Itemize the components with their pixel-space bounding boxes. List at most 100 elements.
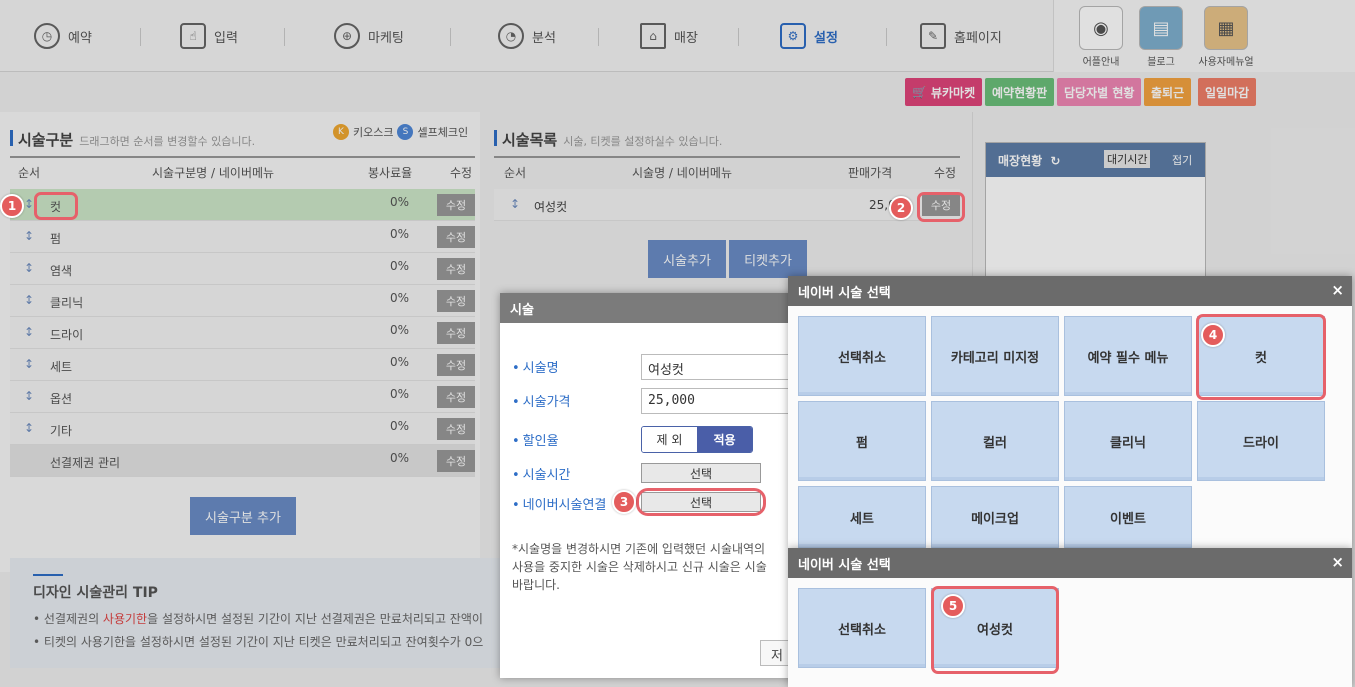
- service-price-input[interactable]: 25,000: [641, 388, 791, 414]
- nav-analysis[interactable]: ◔ 분석: [498, 20, 556, 52]
- edit-button[interactable]: 수정: [437, 258, 475, 280]
- service-time-label: 시술시간: [512, 464, 571, 483]
- edit-button[interactable]: 수정: [437, 290, 475, 312]
- service-name-input[interactable]: 여성컷: [641, 354, 791, 380]
- close-icon[interactable]: ×: [1331, 553, 1344, 571]
- table-row[interactable]: 선결제권 관리 0% 수정: [10, 445, 475, 477]
- nav-divider: [886, 28, 887, 46]
- nav-divider: [450, 28, 451, 46]
- drag-handle-icon[interactable]: ↕: [24, 261, 34, 275]
- naver-tile[interactable]: 드라이: [1197, 401, 1325, 481]
- service-price-label: 시술가격: [512, 391, 571, 410]
- kiosk-legend: K 키오스크 S 셀프체크인: [333, 124, 468, 140]
- table-row[interactable]: ↕ 펌 0% 수정: [10, 221, 475, 253]
- add-ticket-button[interactable]: 티켓추가: [729, 240, 807, 278]
- naver-link-label: 네이버시술연결: [512, 494, 607, 513]
- blog-tool[interactable]: ▤ 블로그: [1136, 6, 1186, 68]
- close-icon[interactable]: ×: [1331, 281, 1344, 299]
- highlight-frame: [636, 488, 766, 516]
- clock-icon: ◷: [34, 23, 60, 49]
- naver-tile[interactable]: 컬러: [931, 401, 1059, 481]
- nav-divider: [140, 28, 141, 46]
- app-guide-tool[interactable]: ◉ 어플안내: [1076, 6, 1126, 68]
- attendance-button[interactable]: 출퇴근: [1144, 78, 1192, 106]
- daily-close-button[interactable]: 일일마감: [1198, 78, 1257, 106]
- globe-icon: ⊕: [334, 23, 360, 49]
- edit-button[interactable]: 수정: [437, 322, 475, 344]
- drag-handle-icon[interactable]: ↕: [510, 197, 520, 211]
- table-row[interactable]: ↕ 컷 0% 수정: [10, 189, 475, 221]
- nav-input[interactable]: ☝ 입력: [180, 20, 238, 52]
- naver-tile[interactable]: 세트: [798, 486, 926, 548]
- nav-store[interactable]: ⌂ 매장: [640, 20, 698, 52]
- tip-accent: [33, 574, 63, 576]
- table-row[interactable]: ↕ 드라이 0% 수정: [10, 317, 475, 349]
- nav-reservation[interactable]: ◷ 예약: [34, 20, 92, 52]
- reservation-board-button[interactable]: 예약현황판: [985, 78, 1055, 106]
- panel-divider: [972, 112, 973, 282]
- edit-button[interactable]: 수정: [437, 386, 475, 408]
- naver-tile[interactable]: 메이크업: [931, 486, 1059, 548]
- naver-tile[interactable]: 선택취소: [798, 588, 926, 668]
- step-badge: 1: [0, 194, 24, 218]
- naver-tile[interactable]: 카테고리 미지정: [931, 316, 1059, 396]
- drag-handle-icon[interactable]: ↕: [24, 325, 34, 339]
- add-category-button[interactable]: 시술구분 추가: [190, 497, 296, 535]
- table-row[interactable]: ↕ 염색 0% 수정: [10, 253, 475, 285]
- edit-button[interactable]: 수정: [437, 194, 475, 216]
- drag-handle-icon[interactable]: ↕: [24, 357, 34, 371]
- nav-settings[interactable]: ⚙ 설정: [780, 20, 838, 52]
- camera-icon: ◉: [1079, 6, 1123, 50]
- naver-tile[interactable]: 클리닉: [1064, 401, 1192, 481]
- service-name-label: 시술명: [512, 357, 559, 376]
- drag-handle-icon[interactable]: ↕: [24, 421, 34, 435]
- wait-time-button[interactable]: 대기시간: [1104, 150, 1151, 168]
- service-title: 시술목록 시술, 티켓를 설정하실수 있습니다.: [502, 131, 723, 149]
- table-row[interactable]: ↕ 클리닉 0% 수정: [10, 285, 475, 317]
- viewka-market-button[interactable]: 🛒 뷰카마켓: [905, 78, 983, 106]
- naver-tile[interactable]: 펌: [798, 401, 926, 481]
- hand-pointer-icon: ☝: [180, 23, 206, 49]
- header-order: 순서: [504, 166, 527, 180]
- naver-tile[interactable]: 선택취소: [798, 316, 926, 396]
- house-icon: ⌂: [640, 23, 666, 49]
- wrench-icon: ✎: [920, 23, 946, 49]
- drag-handle-icon[interactable]: ↕: [24, 389, 34, 403]
- drag-handle-icon[interactable]: ↕: [24, 197, 34, 211]
- fold-link[interactable]: 접기: [1172, 152, 1192, 168]
- edit-button[interactable]: 수정: [437, 450, 475, 472]
- discount-label: 할인율: [512, 430, 559, 449]
- edit-button[interactable]: 수정: [437, 226, 475, 248]
- table-top-border: [494, 156, 960, 158]
- naver-tile[interactable]: 이벤트: [1064, 486, 1192, 548]
- step-badge: 4: [1201, 323, 1225, 347]
- user-manual-tool[interactable]: ▦ 사용자메뉴얼: [1196, 6, 1256, 68]
- header-order: 순서: [18, 166, 41, 180]
- nav-marketing[interactable]: ⊕ 마케팅: [334, 20, 404, 52]
- table-top-border: [10, 156, 475, 158]
- selfcheck-badge: S: [397, 124, 414, 140]
- table-row[interactable]: ↕ 세트 0% 수정: [10, 349, 475, 381]
- nav-homepage[interactable]: ✎ 홈페이지: [920, 20, 1002, 52]
- cart-icon: 🛒: [912, 85, 927, 99]
- header-rate: 봉사료율: [368, 166, 413, 180]
- add-service-button[interactable]: 시술추가: [648, 240, 726, 278]
- edit-button[interactable]: 수정: [437, 354, 475, 376]
- refresh-icon[interactable]: ↻: [1050, 154, 1060, 168]
- highlight-frame: [917, 192, 965, 222]
- edit-button[interactable]: 수정: [437, 418, 475, 440]
- drag-handle-icon[interactable]: ↕: [24, 293, 34, 307]
- discount-toggle[interactable]: 제 외 적용: [641, 426, 753, 453]
- staff-status-button[interactable]: 담당자별 현황: [1057, 78, 1142, 106]
- kiosk-badge: K: [333, 124, 349, 140]
- naver-tile[interactable]: 예약 필수 메뉴: [1064, 316, 1192, 396]
- drag-handle-icon[interactable]: ↕: [24, 229, 34, 243]
- header-name: 시술구분명 / 네이버메뉴: [152, 166, 275, 180]
- title-accent: [10, 130, 13, 146]
- discount-on-option[interactable]: 적용: [697, 427, 752, 452]
- tip-title: 디자인 시술관리 TIP: [33, 585, 158, 601]
- table-row[interactable]: ↕ 기타 0% 수정: [10, 413, 475, 445]
- service-time-select-button[interactable]: 선택: [641, 463, 761, 483]
- table-row[interactable]: ↕ 옵션 0% 수정: [10, 381, 475, 413]
- discount-off-option[interactable]: 제 외: [642, 427, 697, 452]
